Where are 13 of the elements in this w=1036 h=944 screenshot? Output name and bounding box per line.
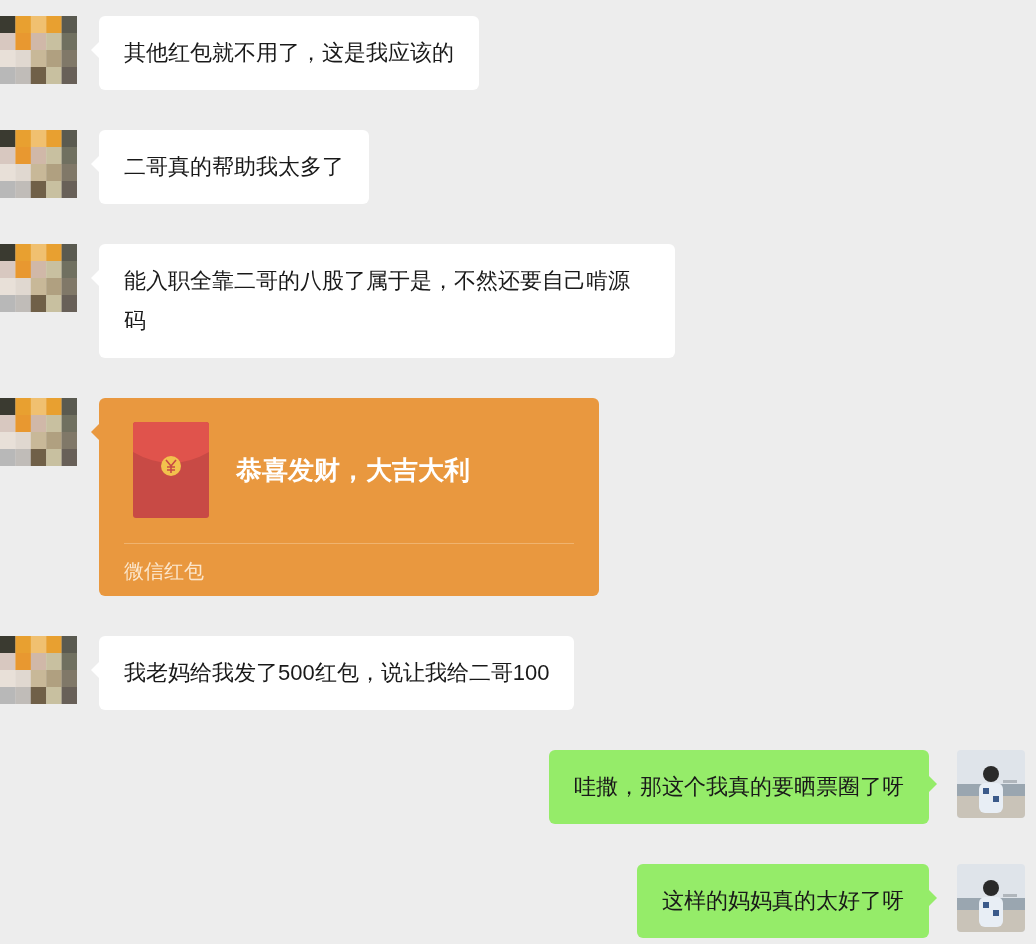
bubble-tail-icon	[929, 890, 937, 906]
lucky-money-card[interactable]: 恭喜发财，大吉大利 微信红包	[99, 398, 599, 596]
lucky-money-title: 恭喜发财，大吉大利	[236, 453, 470, 487]
message-bubble: 能入职全靠二哥的八股了属于是，不然还要自己啃源码	[99, 244, 675, 358]
envelope-icon	[133, 422, 209, 518]
message-bubble: 我老妈给我发了500红包，说让我给二哥100	[99, 636, 575, 710]
message-bubble: 二哥真的帮助我太多了	[99, 130, 369, 204]
message-bubble: 这样的妈妈真的太好了呀	[637, 864, 929, 938]
bubble-tail-icon	[929, 776, 937, 792]
lucky-money-label: 微信红包	[124, 559, 205, 584]
message-bubble: 其他红包就不用了，这是我应该的	[99, 16, 479, 90]
message-bubble: 哇撒，那这个我真的要晒票圈了呀	[549, 750, 929, 824]
bubble-tail-icon	[91, 424, 99, 440]
